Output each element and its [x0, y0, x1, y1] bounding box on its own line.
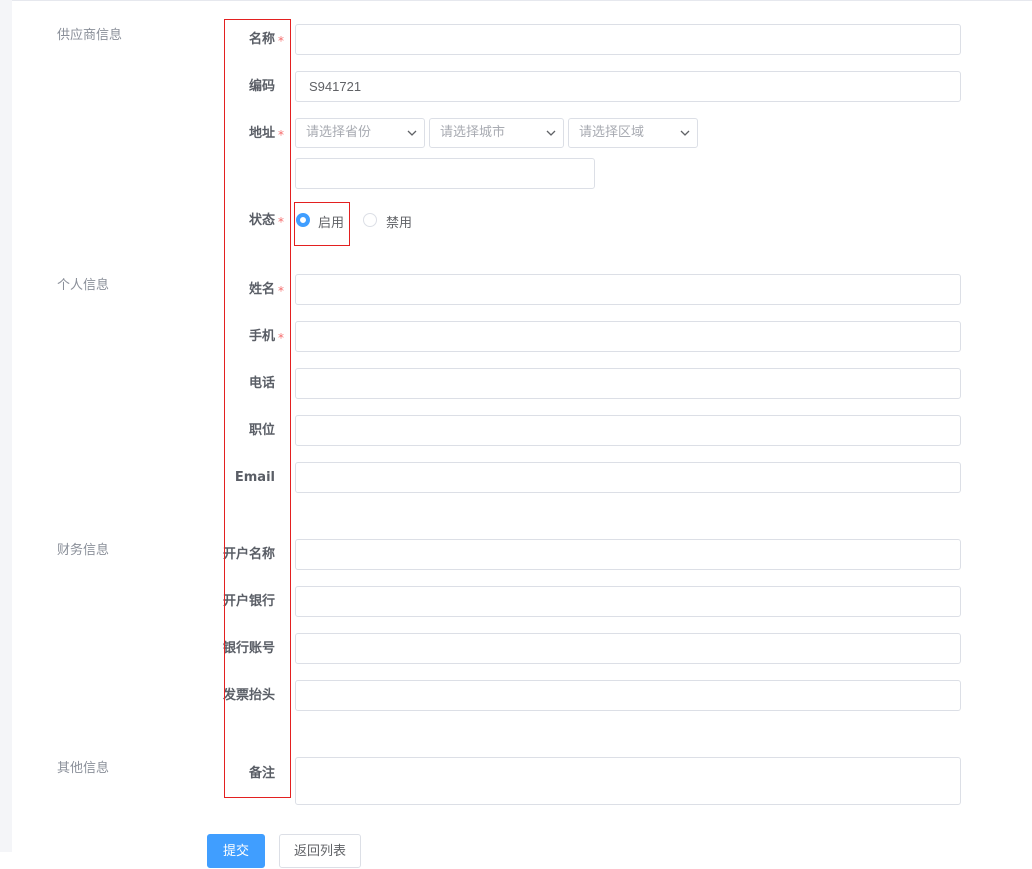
annotation-box-status: [294, 202, 350, 246]
mobile-input[interactable]: [295, 321, 961, 352]
chevron-down-icon: [407, 130, 417, 136]
province-select[interactable]: 请选择省份: [295, 118, 425, 148]
back-to-list-button[interactable]: 返回列表: [279, 834, 361, 868]
chevron-down-icon: [546, 130, 556, 136]
submit-button[interactable]: 提交: [207, 834, 265, 868]
invoice-title-input[interactable]: [295, 680, 961, 711]
province-placeholder: 请选择省份: [306, 125, 372, 140]
section-title-finance: 财务信息: [57, 543, 110, 558]
position-input[interactable]: [295, 415, 961, 446]
account-no-input[interactable]: [295, 633, 961, 664]
remark-textarea[interactable]: [295, 757, 961, 805]
district-placeholder: 请选择区域: [579, 125, 645, 140]
section-title-personal: 个人信息: [57, 278, 110, 293]
status-disabled-label[interactable]: 禁用: [386, 212, 412, 231]
address-detail-input[interactable]: [295, 158, 595, 189]
city-select[interactable]: 请选择城市: [429, 118, 564, 148]
annotation-box-labels: [224, 19, 291, 798]
code-input[interactable]: [295, 71, 961, 102]
section-title-other: 其他信息: [57, 761, 110, 776]
phone-input[interactable]: [295, 368, 961, 399]
left-gutter: [0, 0, 12, 852]
chevron-down-icon: [680, 130, 690, 136]
section-title-supplier: 供应商信息: [57, 28, 123, 43]
status-radio-disabled[interactable]: [363, 213, 377, 227]
contact-name-input[interactable]: [295, 274, 961, 305]
bank-input[interactable]: [295, 586, 961, 617]
name-input[interactable]: [295, 24, 961, 55]
top-divider: [12, 0, 1032, 1]
city-placeholder: 请选择城市: [440, 125, 506, 140]
district-select[interactable]: 请选择区域: [568, 118, 698, 148]
account-name-input[interactable]: [295, 539, 961, 570]
email-input[interactable]: [295, 462, 961, 493]
